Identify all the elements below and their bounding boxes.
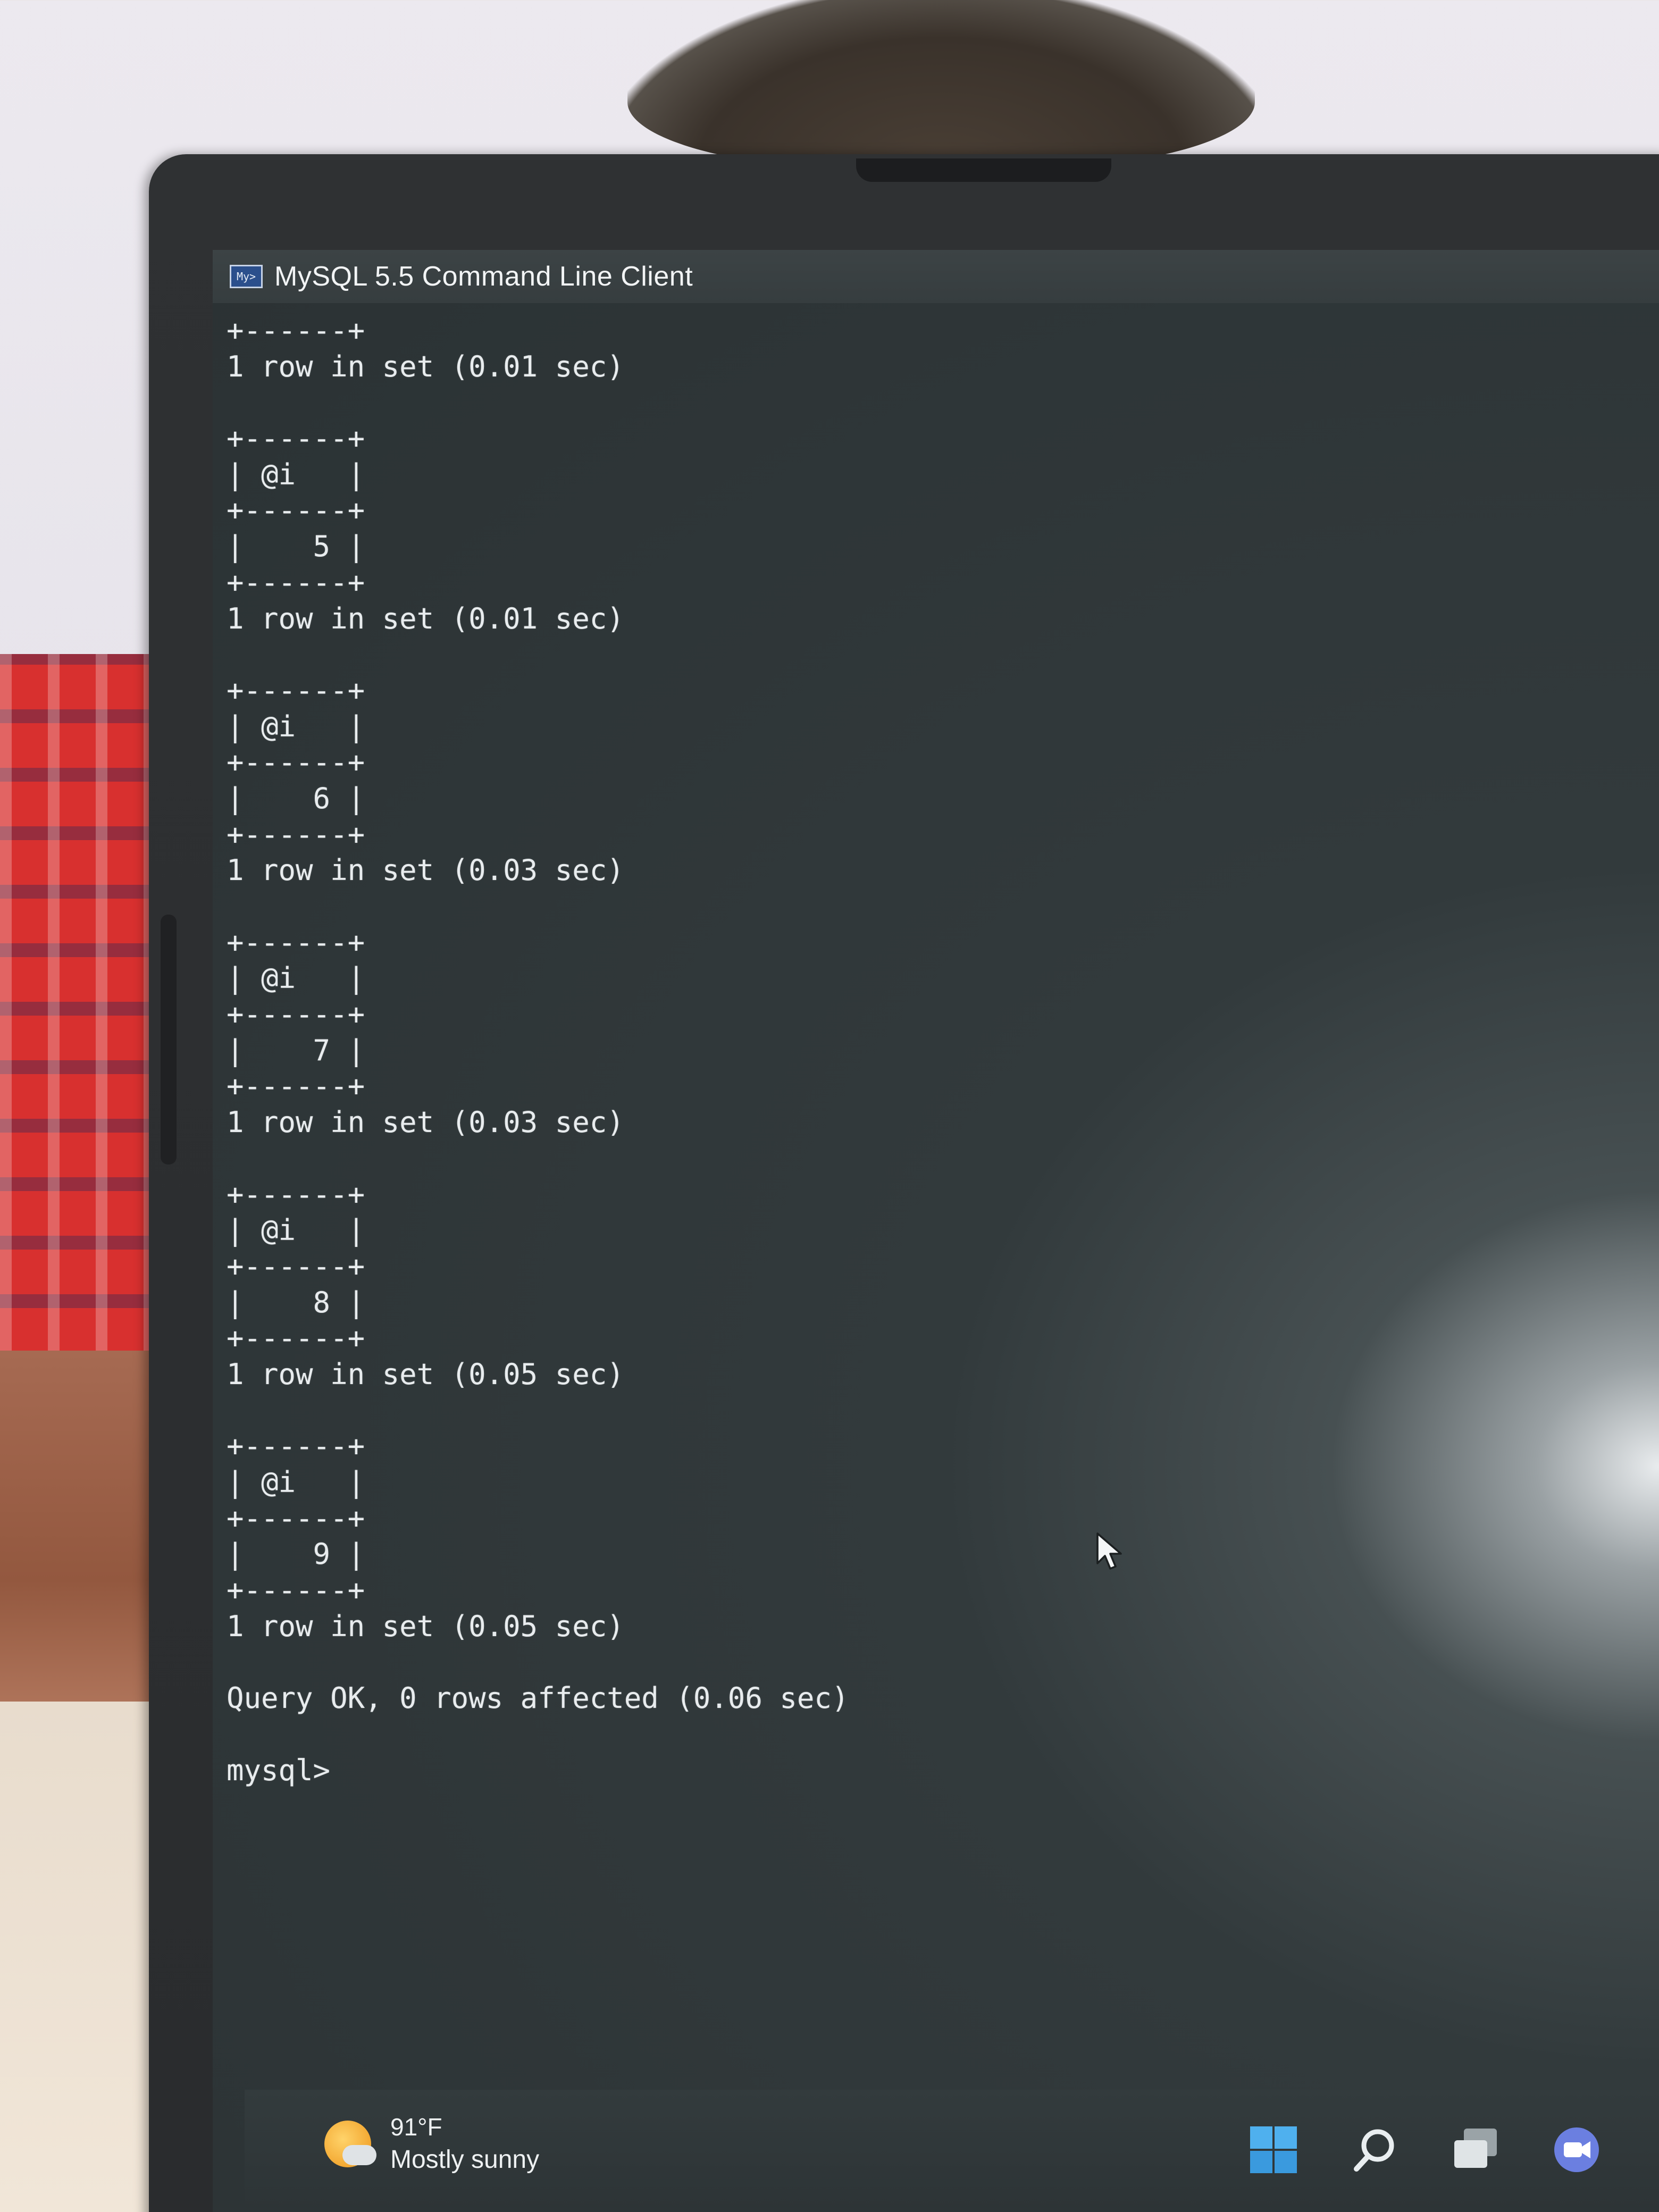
console-line: | 7 | xyxy=(227,1033,365,1067)
mouse-pointer-icon xyxy=(1096,1532,1122,1570)
weather-widget[interactable]: 91°F Mostly sunny xyxy=(324,2111,539,2177)
console-prompt: mysql> xyxy=(227,1753,331,1787)
console-line: | @i | xyxy=(227,709,365,743)
console-line: +------+ xyxy=(227,314,365,347)
console-output[interactable]: +------+ 1 row in set (0.01 sec) +------+ |… xyxy=(227,313,1636,2067)
console-line: +------+ xyxy=(227,1573,365,1607)
console-line: +------+ xyxy=(227,925,365,959)
partly-sunny-icon xyxy=(324,2121,376,2167)
console-line: 1 row in set (0.03 sec) xyxy=(227,1105,624,1139)
console-line: | 5 | xyxy=(227,530,365,564)
console-line: | @i | xyxy=(227,961,365,995)
weather-condition: Mostly sunny xyxy=(390,2146,540,2174)
windows-start-icon[interactable] xyxy=(1244,2121,1303,2179)
console-line: +------+ xyxy=(227,1249,365,1283)
console-line: +------+ xyxy=(227,998,365,1032)
console-line: +------+ xyxy=(227,1501,365,1535)
console-line: | @i | xyxy=(227,1213,365,1247)
console-line: 1 row in set (0.01 sec) xyxy=(227,349,624,383)
laptop-side-slot xyxy=(161,915,177,1164)
console-line: 1 row in set (0.05 sec) xyxy=(227,1609,624,1643)
console-line: +------+ xyxy=(227,745,365,780)
laptop-screen: My> MySQL 5.5 Command Line Client +-----… xyxy=(213,250,1659,2212)
console-line: +------+ xyxy=(227,565,365,599)
console-line: 1 row in set (0.01 sec) xyxy=(227,601,624,635)
console-line: +------+ xyxy=(227,1429,365,1463)
console-line: +------+ xyxy=(227,1321,365,1355)
console-line: +------+ xyxy=(227,1177,365,1211)
mysql-app-icon[interactable]: My> xyxy=(230,265,263,288)
console-line: +------+ xyxy=(227,1069,365,1103)
task-view-icon[interactable] xyxy=(1446,2121,1505,2179)
console-line: | 8 | xyxy=(227,1285,365,1319)
console-line: +------+ xyxy=(227,493,365,527)
console-line: +------+ xyxy=(227,673,365,707)
console-line: | @i | xyxy=(227,457,365,491)
person-hair xyxy=(627,0,1255,170)
console-line: +------+ xyxy=(227,817,365,851)
weather-temperature: 91°F xyxy=(390,2113,442,2141)
console-line: | @i | xyxy=(227,1465,365,1499)
console-line: 1 row in set (0.03 sec) xyxy=(227,853,624,887)
console-line: | 6 | xyxy=(227,781,365,815)
chat-icon[interactable] xyxy=(1547,2121,1606,2179)
window-titlebar[interactable]: My> MySQL 5.5 Command Line Client xyxy=(213,250,1659,303)
console-line: | 9 | xyxy=(227,1537,365,1571)
console-line: 1 row in set (0.05 sec) xyxy=(227,1357,624,1391)
taskbar: 91°F Mostly sunny xyxy=(245,2090,1659,2212)
window-title: MySQL 5.5 Command Line Client xyxy=(274,261,693,292)
console-line: Query OK, 0 rows affected (0.06 sec) xyxy=(227,1681,849,1715)
search-icon[interactable] xyxy=(1345,2121,1404,2179)
console-line: +------+ xyxy=(227,422,365,456)
camera-notch xyxy=(856,158,1111,182)
